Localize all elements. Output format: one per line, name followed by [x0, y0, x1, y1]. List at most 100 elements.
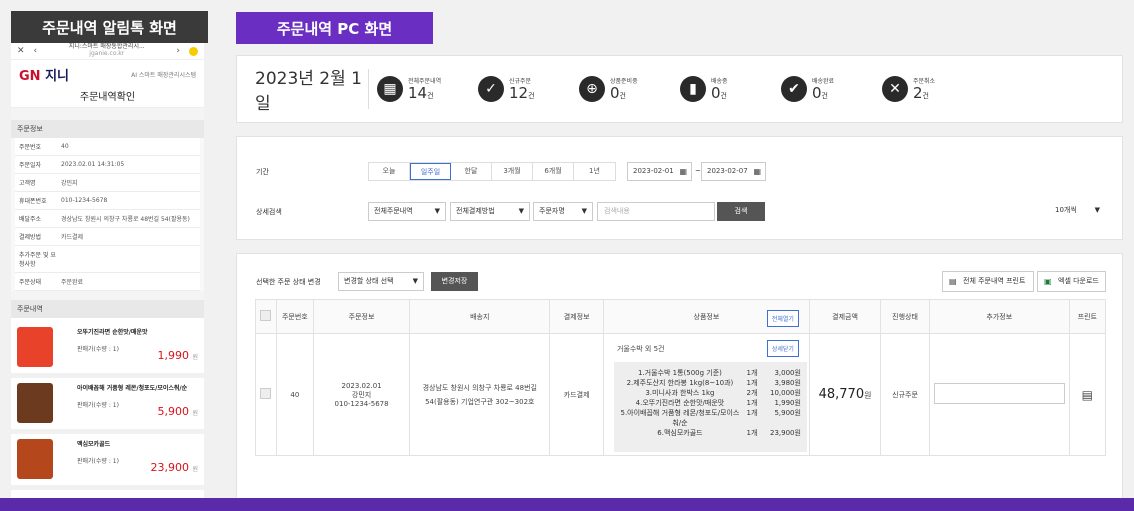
search-input[interactable]: 검색내용 — [597, 202, 715, 221]
truck-icon: ▮ — [680, 76, 706, 102]
date-from-input[interactable]: 2023-02-01 — [627, 162, 692, 181]
order-item: 아이배꼽해 거품형 레몬/청포도/모이스춰/순 판매가(수량 : 1) 5,90… — [11, 378, 204, 434]
change-status-select[interactable]: 변경할 상태 선택 ▼ — [338, 272, 424, 291]
order-no: 40 — [275, 333, 314, 456]
payment-method: 카드결제 — [549, 333, 604, 456]
expand-all-button[interactable]: 전체열기 — [766, 310, 799, 327]
col-product: 상품정보 전체열기 — [602, 299, 810, 334]
order-info: 2023.02.01 강민지 010-1234-5678 — [312, 333, 411, 456]
change-status-label: 선택한 주문 상태 변경 — [256, 278, 321, 286]
period-tab[interactable]: 3개월 — [492, 163, 533, 180]
search-button[interactable]: 검색 — [717, 202, 765, 221]
col-status: 진행상태 — [880, 299, 930, 334]
excel-icon: ▣ — [1044, 277, 1052, 286]
col-order-no: 주문번호 — [275, 299, 314, 334]
row-checkbox[interactable] — [260, 388, 272, 399]
product-summary: 거울수박 외 5건 — [616, 345, 665, 353]
cancel-icon: ✕ — [882, 76, 908, 102]
product-line: 6.맥심모카골드 1개 23,900원 — [657, 429, 801, 437]
col-address: 배송지 — [409, 299, 551, 334]
date-to-input[interactable]: 2023-02-07 — [701, 162, 766, 181]
product-line: 4.오뚜기진라면 순한맛/매운맛 1개 1,990원 — [635, 399, 801, 407]
period-tab[interactable]: 1년 — [574, 163, 615, 180]
period-tab[interactable]: 일주일 — [410, 163, 451, 180]
col-extra: 추가정보 — [928, 299, 1070, 334]
delivery-address: 경상남도 창원시 의창구 차룡로 48번길 54(팔용동) 기업연구관 302~… — [409, 333, 551, 456]
order-info-row: 주문상태 주문완료 — [15, 273, 200, 291]
product-line: 3.미니사과 한박스 1kg 2개 10,000원 — [645, 389, 801, 397]
order-info-row: 주문번호 40 — [15, 138, 200, 156]
label-pc: 주문내역 PC 화면 — [236, 12, 433, 44]
col-amount: 결제금액 — [808, 299, 882, 334]
print-all-button[interactable]: ▤ 전체 주문내역 프린트 — [942, 271, 1034, 292]
order-info-row: 배달주소 경상남도 창원시 의창구 차룡로 48번길 54(팔용동) — [15, 210, 200, 228]
date-separator: ~ — [695, 167, 701, 175]
order-status-select[interactable]: 전체주문내역 ▼ — [368, 202, 446, 221]
stat-item[interactable]: ✔ 배송완료 0건 — [781, 76, 882, 102]
col-payment: 결제정보 — [549, 299, 604, 334]
browser-bar: ✕ ‹ 지니:스마트 매장통합관리시... jganie.co.kr › — [11, 43, 204, 60]
page-size-select[interactable]: 10개씩 ▼ — [1050, 202, 1105, 221]
chevron-down-icon: ▼ — [412, 277, 418, 285]
order-items-list: 오뚜기진라면 순한맛/매운맛 판매가(수량 : 1) 1,990 원 아이배꼽해… — [11, 318, 204, 490]
order-info-row: 휴대폰번호 010-1234-5678 — [15, 192, 200, 210]
forward-icon[interactable]: › — [176, 46, 180, 56]
order-table: 주문번호 주문정보 배송지 결제정보 상품정보 전체열기 결제금액 진행상태 추… — [255, 299, 1107, 456]
period-tab[interactable]: 한달 — [451, 163, 492, 180]
detail-search-label: 상세검색 — [256, 208, 282, 216]
close-icon[interactable]: ✕ — [17, 46, 25, 56]
section-order-info: 주문정보 — [11, 120, 204, 138]
order-item: 맥심모카골드 판매가(수량 : 1) 23,900 원 — [11, 434, 204, 490]
period-label: 기간 — [256, 168, 269, 176]
table-row[interactable]: 40 2023.02.01 강민지 010-1234-5678 경상남도 창원시… — [255, 333, 1107, 456]
stat-item[interactable]: ⊕ 상품준비중 0건 — [579, 76, 680, 102]
excel-download-button[interactable]: ▣ 엑셀 다운로드 — [1037, 271, 1106, 292]
search-field-select[interactable]: 주문자명 ▼ — [533, 202, 593, 221]
section-order-items: 주문내역 — [11, 300, 204, 318]
chevron-down-icon: ▼ — [518, 207, 524, 215]
col-order-info: 주문정보 — [312, 299, 411, 334]
product-line: 2.제주도산지 한라봉 1kg(8~10과) 1개 3,980원 — [626, 379, 801, 387]
product-image — [17, 327, 53, 367]
printer-icon[interactable]: ▤ — [1082, 388, 1093, 402]
chevron-down-icon: ▼ — [1094, 206, 1100, 214]
check-double-icon: ✔ — [781, 76, 807, 102]
product-image — [17, 439, 53, 479]
bottom-bar — [0, 498, 1134, 511]
search-filter-panel: 기간 오늘일주일한달3개월6개월1년 2023-02-01 ~ 2023-02-… — [236, 136, 1123, 240]
period-tab[interactable]: 오늘 — [369, 163, 410, 180]
detail-close-button[interactable]: 상세닫기 — [766, 340, 799, 357]
order-info-row: 결제방법 카드결제 — [15, 228, 200, 246]
select-all-checkbox[interactable] — [260, 310, 272, 321]
back-icon[interactable]: ‹ — [34, 46, 38, 56]
brand-subtitle: AI 스마트 매장관리시스템 — [131, 71, 196, 79]
order-info-row: 고객명 강민지 — [15, 174, 200, 192]
order-info-list: 주문번호 40 주문일자 2023.02.01 14:31:05 고객명 강민지 휴대폰번호… — [11, 138, 204, 291]
grid-icon: ▦ — [377, 76, 403, 102]
order-info-row: 주문일자 2023.02.01 14:31:05 — [15, 156, 200, 174]
save-status-button[interactable]: 변경저장 — [431, 272, 478, 291]
extra-info-input[interactable] — [933, 383, 1065, 404]
cart-icon: ⊕ — [579, 76, 605, 102]
order-info-row: 추가주문 및 요청사항 — [15, 246, 200, 273]
logo: GN 지니 — [19, 68, 70, 84]
order-stats-bar: 2023년 2월 1일 ▦ 전체주문내역 14건 ✓ 신규주문 12건 ⊕ 상품준비… — [236, 55, 1123, 123]
order-list-panel: 선택한 주문 상태 변경 변경할 상태 선택 ▼ 변경저장 ▤ 전체 주문내역 프린… — [236, 253, 1123, 498]
stat-item[interactable]: ✕ 주문취소 2건 — [882, 76, 983, 102]
check-icon: ✓ — [478, 76, 504, 102]
alimtalk-phone-panel: ✕ ‹ 지니:스마트 매장통합관리시... jganie.co.kr › GN … — [11, 43, 204, 498]
chevron-down-icon: ▼ — [581, 207, 587, 215]
stats-date: 2023년 2월 1일 — [255, 69, 362, 114]
kakao-icon[interactable] — [189, 46, 198, 56]
stat-item[interactable]: ▮ 배송중 0건 — [680, 76, 781, 102]
payment-method-select[interactable]: 전체결제방법 ▼ — [450, 202, 530, 221]
stat-item[interactable]: ▦ 전체주문내역 14건 — [377, 76, 478, 102]
url-text: 지니:스마트 매장통합관리시... jganie.co.kr — [68, 43, 145, 57]
payment-amount: 48,770원 — [808, 333, 882, 456]
product-line: 1.거울수박 1통(500g 기준) 1개 3,000원 — [637, 369, 801, 377]
period-tab[interactable]: 6개월 — [533, 163, 574, 180]
printer-icon: ▤ — [949, 277, 957, 286]
stat-item[interactable]: ✓ 신규주문 12건 — [478, 76, 579, 102]
product-detail-list: 1.거울수박 1통(500g 기준) 1개 3,000원 2.제주도산지 한라봉 1k… — [613, 362, 807, 452]
chevron-down-icon: ▼ — [434, 207, 440, 215]
